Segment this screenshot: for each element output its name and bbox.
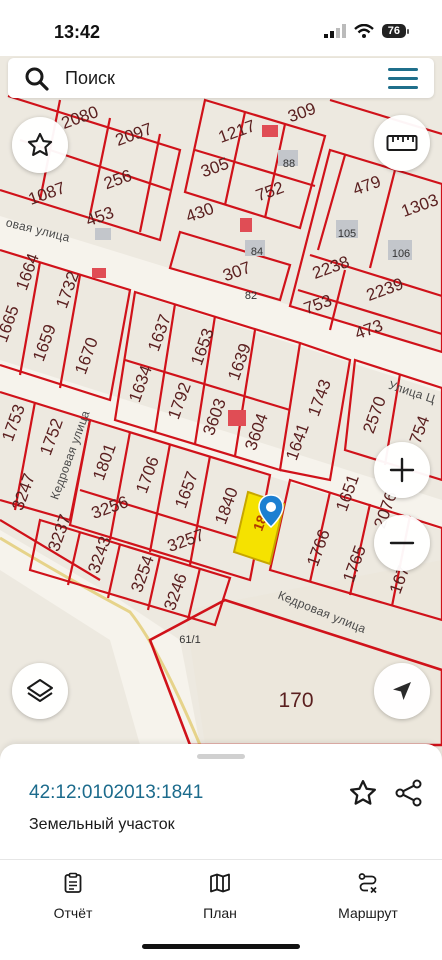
star-icon xyxy=(27,132,53,156)
route-icon xyxy=(358,873,377,894)
ruler-button[interactable] xyxy=(374,115,430,171)
tab-route[interactable]: Маршрут xyxy=(308,872,428,921)
report-icon xyxy=(64,872,82,893)
navigation-arrow-icon xyxy=(393,682,411,700)
parcel-type: Земельный участок xyxy=(29,816,175,833)
sheet-drag-handle[interactable] xyxy=(197,754,245,759)
sheet-actions xyxy=(348,778,424,808)
plus-icon xyxy=(389,457,415,483)
zoom-out-button[interactable] xyxy=(374,515,430,571)
search-input[interactable]: Поиск xyxy=(65,68,115,89)
cadastral-number[interactable]: 42:12:0102013:1841 xyxy=(29,782,203,804)
map-icon xyxy=(210,873,230,893)
minus-icon xyxy=(389,541,415,545)
ruler-icon xyxy=(386,135,418,151)
tab-plan[interactable]: План xyxy=(160,872,280,921)
cellular-signal-icon xyxy=(323,24,346,38)
zoom-in-button[interactable] xyxy=(374,442,430,498)
home-indicator xyxy=(142,944,300,949)
favorite-button[interactable] xyxy=(12,117,68,173)
status-bar: 13:42 76 xyxy=(0,0,442,56)
layers-button[interactable] xyxy=(12,663,68,719)
tab-plan-label: План xyxy=(203,905,237,921)
locate-button[interactable] xyxy=(374,663,430,719)
search-bar[interactable]: Поиск xyxy=(8,58,434,98)
status-icons: 76 xyxy=(323,24,410,38)
location-pin-icon[interactable] xyxy=(258,494,284,528)
tab-route-label: Маршрут xyxy=(338,905,398,921)
battery-level: 76 xyxy=(381,24,410,38)
tab-report-label: Отчёт xyxy=(53,905,93,921)
menu-icon[interactable] xyxy=(388,68,418,90)
tab-report[interactable]: Отчёт xyxy=(13,872,133,921)
layers-icon xyxy=(27,679,53,702)
wifi-icon xyxy=(353,24,374,38)
status-time: 13:42 xyxy=(54,22,101,42)
bottom-tab-bar: Отчёт План Маршрут xyxy=(0,859,442,921)
search-icon xyxy=(25,67,49,91)
parcel-info-sheet[interactable]: 42:12:0102013:1841 Земельный участок Отч… xyxy=(0,744,442,960)
star-icon[interactable] xyxy=(348,778,378,808)
share-icon[interactable] xyxy=(394,778,424,808)
